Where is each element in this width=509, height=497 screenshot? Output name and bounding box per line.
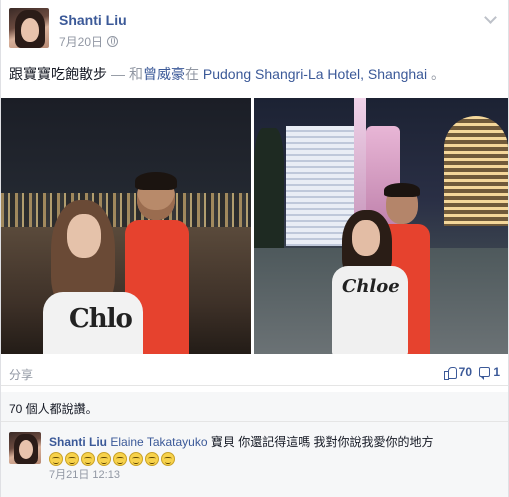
laughing-emoji-icon [129, 452, 143, 466]
photo-shirt-print: Chloe [342, 276, 400, 297]
post-card: Shanti Liu 7月20日 跟寶寶吃飽散步 — 和曾威豪在 Pudong Sh… [0, 0, 509, 497]
place-link[interactable]: Pudong Shangri-La Hotel, Shanghai [203, 66, 427, 82]
photo-grid: Chlo Chloe [1, 98, 508, 354]
comment-tag-link[interactable]: Elaine Takatayuko [110, 435, 207, 449]
post-meta: 7月20日 [59, 33, 119, 50]
laughing-emoji-icon [65, 452, 79, 466]
status-at-prefix: 在 [185, 66, 199, 82]
chevron-down-icon[interactable] [483, 12, 497, 26]
comment-line: Shanti Liu Elaine Takatayuko 寶貝 你還記得這嗎 我… [49, 434, 501, 450]
avatar-face [21, 18, 39, 42]
likes-summary-link[interactable]: 70 個人都說讚。 [9, 400, 98, 417]
like-count-button[interactable]: 70 [443, 365, 472, 380]
comment-count-button[interactable]: 1 [479, 365, 500, 380]
comment-author-link[interactable]: Shanti Liu [49, 435, 107, 449]
laughing-emoji-icon [81, 452, 95, 466]
laughing-emoji-icon [97, 452, 111, 466]
comment-bubble-icon [479, 367, 491, 380]
post-header: Shanti Liu 7月20日 [9, 8, 501, 52]
photo-left[interactable]: Chlo [1, 98, 251, 354]
photo-shirt-print: Chlo [69, 304, 133, 334]
tagged-friend-link[interactable]: 曾威豪 [143, 66, 185, 82]
share-button[interactable]: 分享 [9, 366, 33, 383]
thumbs-up-icon [443, 366, 457, 380]
comment-timestamp-link[interactable]: 7月21日 12:13 [49, 467, 501, 483]
status-with-prefix: 和 [129, 66, 143, 82]
post-date-link[interactable]: 7月20日 [59, 33, 103, 50]
laughing-emoji-icon [161, 452, 175, 466]
likes-summary: 70 個人都說讚。 [1, 392, 508, 422]
post-status: 跟寶寶吃飽散步 — 和曾威豪在 Pudong Shangri-La Hotel, S… [9, 64, 445, 84]
comment-count: 1 [493, 365, 500, 379]
photo-man-hair [384, 183, 420, 197]
comment-item: Shanti Liu Elaine Takatayuko 寶貝 你還記得這嗎 我… [1, 422, 508, 497]
laughing-emoji-icon [49, 452, 63, 466]
post-action-bar: 分享 70 1 [1, 360, 508, 386]
photo-tree [254, 128, 284, 248]
status-text: 跟寶寶吃飽散步 [9, 66, 107, 82]
comment-text: 寶貝 你還記得這嗎 我對你說我愛你的地方 [210, 435, 434, 449]
status-dash: — [111, 66, 125, 82]
author-name-link[interactable]: Shanti Liu [59, 12, 127, 28]
avatar-face [19, 440, 33, 459]
photo-woman: Chlo [29, 200, 143, 354]
photo-woman-face [67, 214, 101, 258]
globe-icon[interactable] [107, 36, 119, 47]
photo-woman: Chloe [328, 210, 412, 354]
comment-emojis [49, 452, 501, 466]
status-suffix: 。 [430, 66, 445, 82]
photo-hotel [444, 116, 508, 226]
like-count: 70 [458, 365, 472, 379]
photo-man-hair [135, 172, 177, 190]
comment-author-avatar[interactable] [9, 432, 41, 464]
author-avatar[interactable] [9, 8, 49, 48]
photo-woman-face [352, 220, 380, 256]
laughing-emoji-icon [145, 452, 159, 466]
laughing-emoji-icon [113, 452, 127, 466]
comment-body: Shanti Liu Elaine Takatayuko 寶貝 你還記得這嗎 我… [49, 434, 501, 483]
photo-right[interactable]: Chloe [254, 98, 508, 354]
